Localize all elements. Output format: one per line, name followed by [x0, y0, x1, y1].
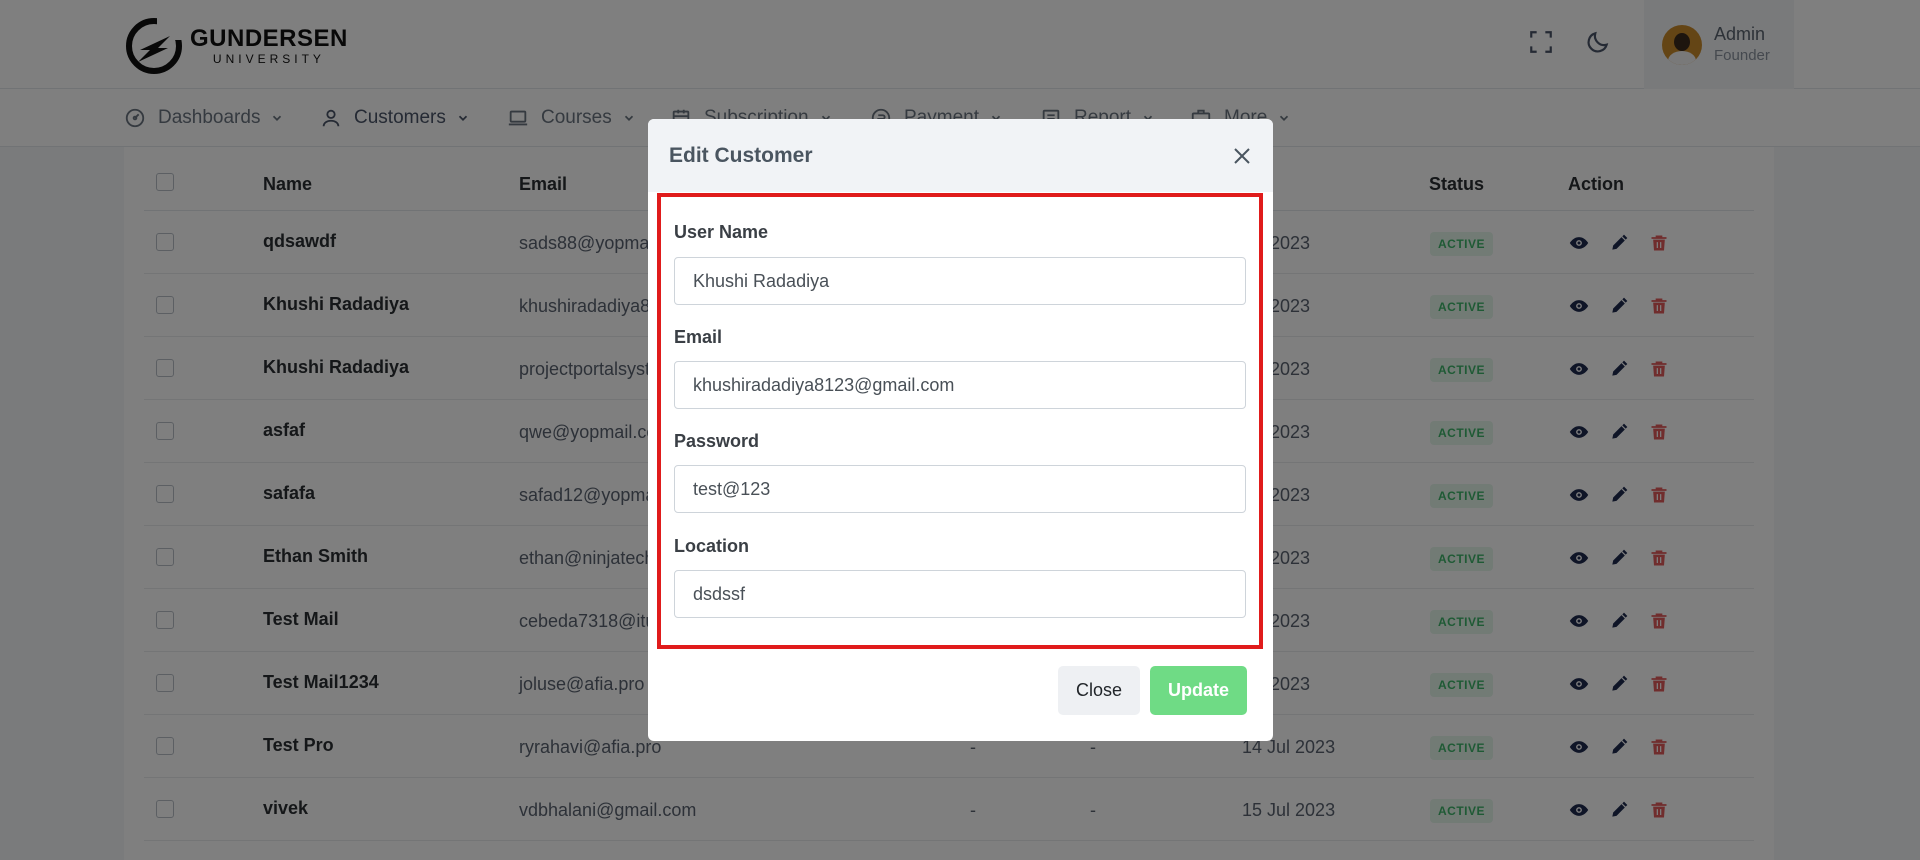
close-icon[interactable]: [1229, 143, 1255, 169]
email-field[interactable]: [674, 361, 1246, 409]
modal-title: Edit Customer: [669, 144, 813, 167]
highlighted-form-area: User Name Email Password Location: [657, 193, 1263, 649]
modal-footer: Close Update: [648, 666, 1273, 726]
close-button[interactable]: Close: [1058, 666, 1140, 715]
location-field[interactable]: [674, 570, 1246, 618]
edit-customer-modal: Edit Customer User Name Email Password L…: [648, 119, 1273, 741]
password-field[interactable]: [674, 465, 1246, 513]
modal-header: Edit Customer: [648, 119, 1273, 192]
location-label: Location: [674, 536, 749, 556]
username-field[interactable]: [674, 257, 1246, 305]
update-button[interactable]: Update: [1150, 666, 1247, 715]
username-label: User Name: [674, 222, 769, 242]
email-label: Email: [674, 327, 723, 347]
password-label: Password: [674, 431, 760, 451]
